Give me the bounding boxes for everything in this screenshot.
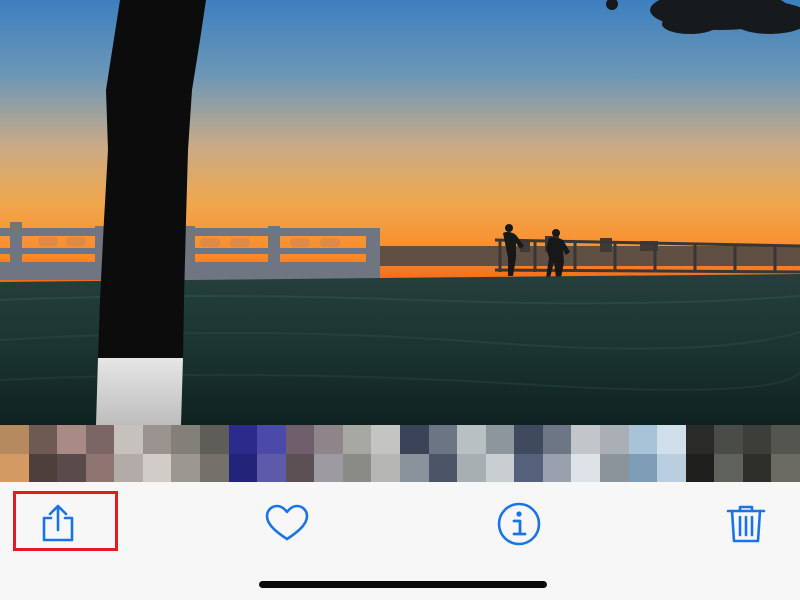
thumbnail-pixel — [628, 425, 658, 454]
thumbnail-pixel — [685, 453, 715, 482]
info-icon — [497, 502, 541, 546]
photo-thumbnail[interactable] — [457, 425, 515, 482]
thumbnail-pixel — [599, 453, 629, 482]
thumbnail-pixel — [485, 425, 515, 454]
heart-icon — [265, 504, 309, 541]
thumbnail-pixel — [257, 453, 286, 482]
thumbnail-pixel — [285, 425, 315, 454]
thumbnail-pixel — [57, 425, 86, 454]
thumbnail-pixel — [542, 453, 572, 482]
main-photo[interactable] — [0, 0, 800, 425]
thumbnail-pixel — [771, 425, 800, 454]
photo-thumbnail[interactable] — [571, 425, 629, 482]
thumbnail-pixel — [714, 425, 743, 454]
thumbnail-pixel — [542, 425, 572, 454]
thumbnail-pixel — [742, 453, 772, 482]
bottom-toolbar — [0, 482, 800, 600]
home-indicator — [259, 581, 547, 588]
thumbnail-pixel — [0, 425, 29, 454]
photo-thumbnail[interactable] — [0, 425, 58, 482]
photo-thumbnail[interactable] — [514, 425, 572, 482]
thumbnail-pixel — [199, 453, 229, 482]
photo-thumbnail[interactable] — [399, 425, 458, 482]
thumbnail-pixel — [657, 453, 686, 482]
thumbnail-pixel — [257, 425, 286, 454]
thumbnail-pixel — [399, 425, 429, 454]
photo-thumbnail[interactable] — [114, 425, 172, 482]
share-button[interactable] — [26, 500, 90, 548]
photo-thumbnail[interactable] — [628, 425, 686, 482]
thumbnail-pixel — [514, 425, 543, 454]
thumbnail-pixel — [228, 453, 258, 482]
thumbnail-pixel — [514, 453, 543, 482]
thumbnail-pixel — [342, 425, 372, 454]
thumbnail-pixel — [142, 425, 172, 454]
thumbnail-pixel — [114, 425, 143, 454]
photo-thumbnail[interactable] — [171, 425, 229, 482]
photo-thumbnail[interactable] — [228, 425, 286, 482]
thumbnail-pixel — [114, 453, 143, 482]
thumbnail-pixel — [457, 453, 486, 482]
thumbnail-pixel — [457, 425, 486, 454]
thumbnail-pixel — [428, 453, 458, 482]
thumbnail-pixel — [742, 425, 772, 454]
thumbnail-pixel — [685, 425, 715, 454]
thumbnail-pixel — [228, 425, 258, 454]
distant-city — [380, 246, 800, 266]
share-icon — [42, 504, 74, 542]
thumbnail-pixel — [28, 425, 58, 454]
info-button[interactable] — [487, 500, 551, 548]
photo-thumbnail[interactable] — [57, 425, 115, 482]
thumbnail-pixel — [771, 453, 800, 482]
thumbnail-pixel — [0, 453, 29, 482]
thumbnail-pixel — [399, 453, 429, 482]
thumbnail-pixel — [571, 453, 600, 482]
photo-thumbnail[interactable] — [742, 425, 800, 482]
thumbnail-strip[interactable] — [0, 425, 800, 482]
favorite-button[interactable] — [255, 500, 319, 548]
stone-balustrade — [0, 222, 380, 280]
thumbnail-pixel — [571, 425, 600, 454]
thumbnail-pixel — [714, 453, 743, 482]
thumbnail-pixel — [428, 425, 458, 454]
thumbnail-pixel — [142, 453, 172, 482]
thumbnail-pixel — [371, 453, 400, 482]
thumbnail-pixel — [599, 425, 629, 454]
photo-thumbnail[interactable] — [342, 425, 400, 482]
thumbnail-pixel — [342, 453, 372, 482]
thumbnail-pixel — [628, 453, 658, 482]
photo-thumbnail[interactable] — [285, 425, 343, 482]
trash-icon — [726, 505, 766, 543]
delete-button[interactable] — [714, 500, 778, 548]
thumbnail-pixel — [85, 453, 115, 482]
thumbnail-pixel — [171, 453, 200, 482]
thumbnail-pixel — [314, 453, 343, 482]
thumbnail-pixel — [314, 425, 343, 454]
photo-thumbnail[interactable] — [685, 425, 743, 482]
thumbnail-pixel — [371, 425, 400, 454]
thumbnail-pixel — [85, 425, 115, 454]
thumbnail-pixel — [57, 453, 86, 482]
photo-viewer — [0, 0, 800, 600]
thumbnail-pixel — [171, 425, 200, 454]
thumbnail-pixel — [285, 453, 315, 482]
thumbnail-pixel — [485, 453, 515, 482]
thumbnail-pixel — [199, 425, 229, 454]
thumbnail-pixel — [28, 453, 58, 482]
thumbnail-pixel — [657, 425, 686, 454]
